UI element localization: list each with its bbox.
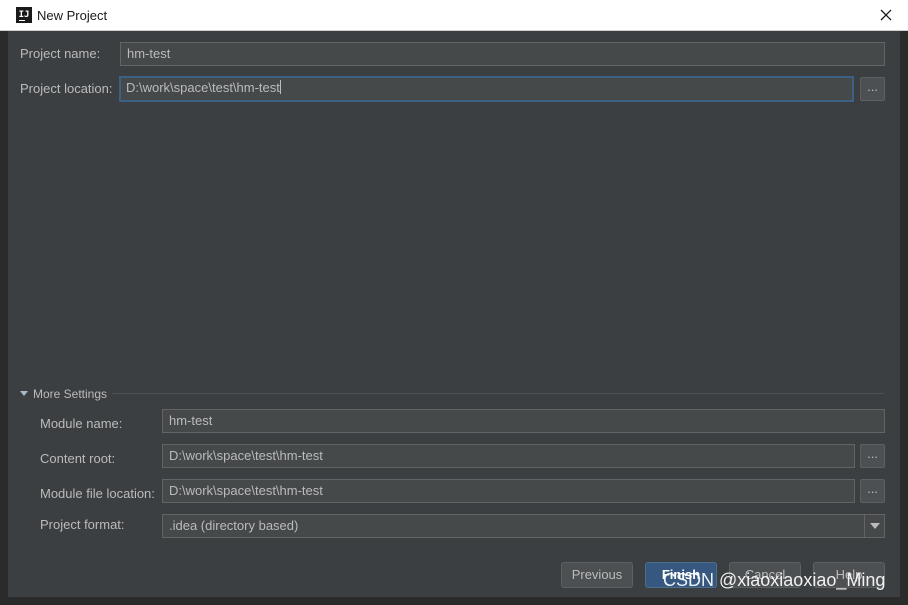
close-button[interactable] bbox=[872, 2, 900, 28]
previous-button[interactable]: Previous bbox=[561, 562, 633, 588]
content-root-field[interactable]: D:\work\space\test\hm-test bbox=[162, 444, 855, 468]
content-root-browse-button[interactable]: ... bbox=[860, 444, 885, 468]
project-location-value: D:\work\space\test\hm-test bbox=[126, 80, 280, 95]
project-format-label: Project format: bbox=[40, 517, 125, 532]
chevron-down-icon bbox=[864, 515, 884, 537]
project-location-label: Project location: bbox=[20, 81, 113, 96]
project-location-browse-button[interactable]: ... bbox=[860, 77, 885, 101]
module-file-location-browse-button[interactable]: ... bbox=[860, 479, 885, 503]
new-project-dialog: Project name: hm-test Project location: … bbox=[0, 31, 908, 605]
more-settings-divider bbox=[112, 393, 884, 394]
collapse-triangle-icon bbox=[20, 391, 28, 396]
more-settings-toggle[interactable]: More Settings bbox=[20, 387, 107, 401]
project-name-label: Project name: bbox=[20, 46, 101, 61]
close-icon bbox=[880, 9, 892, 21]
content-root-label: Content root: bbox=[40, 451, 116, 466]
project-format-value: .idea (directory based) bbox=[169, 518, 299, 533]
module-file-location-field[interactable]: D:\work\space\test\hm-test bbox=[162, 479, 855, 503]
module-name-field[interactable]: hm-test bbox=[162, 409, 885, 433]
project-location-field[interactable]: D:\work\space\test\hm-test bbox=[119, 76, 854, 102]
csdn-watermark: CSDN @xiaoxiaoxiao_Ming bbox=[663, 570, 886, 590]
module-file-location-label: Module file location: bbox=[40, 486, 155, 501]
more-settings-title: More Settings bbox=[33, 387, 108, 401]
project-name-field[interactable]: hm-test bbox=[120, 42, 885, 66]
window-title: New Project bbox=[37, 8, 108, 23]
project-format-select[interactable]: .idea (directory based) bbox=[162, 514, 885, 538]
text-caret bbox=[279, 80, 281, 94]
module-name-label: Module name: bbox=[40, 416, 123, 431]
intellij-app-icon: IJ bbox=[16, 7, 32, 23]
title-bar: IJ New Project bbox=[0, 0, 908, 31]
